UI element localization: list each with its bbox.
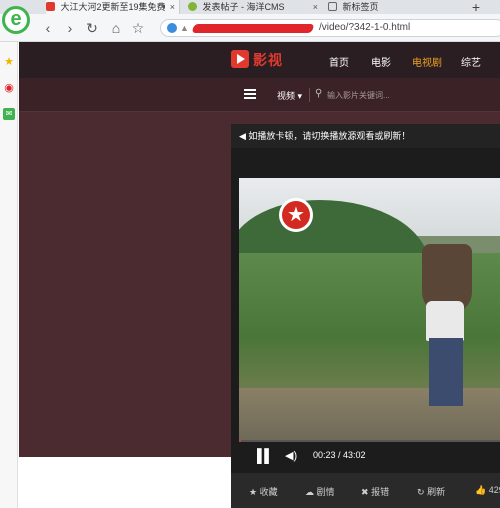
url-text: /video/?342-1-0.html bbox=[319, 22, 411, 33]
mail-icon[interactable]: ✉ bbox=[3, 108, 15, 120]
browser-tab[interactable]: 发表帖子 - 海洋CMS × bbox=[182, 0, 322, 14]
browser-toolbar: ‹ › ↻ ⌂ ☆ ▲ /video/?342-1-0.html bbox=[0, 14, 500, 42]
tab-title: 发表帖子 - 海洋CMS bbox=[202, 2, 285, 12]
play-logo-icon[interactable] bbox=[231, 50, 249, 68]
video-person-legs bbox=[429, 338, 463, 406]
pause-icon[interactable]: ▌▌ bbox=[257, 448, 273, 463]
search-category-label: 视频 bbox=[277, 91, 296, 101]
video-action-bar: ★ 收藏 ☁ 剧情 ✖ 报错 ↻ 刷新 👍 429 bbox=[231, 473, 500, 508]
nav-variety[interactable]: 综艺 bbox=[461, 54, 481, 69]
menu-icon[interactable] bbox=[244, 89, 256, 99]
site-favicon-icon bbox=[46, 2, 55, 11]
report-icon: ✖ bbox=[361, 487, 369, 497]
redaction-mark bbox=[191, 24, 315, 33]
cms-favicon-icon bbox=[188, 2, 197, 11]
playback-notice: ◀ 如播放卡顿，请切换播放源观看或刷新！ bbox=[231, 124, 500, 148]
divider bbox=[309, 88, 310, 102]
favorite-button[interactable]: ★ 收藏 bbox=[249, 485, 278, 498]
search-icon[interactable]: ⚲ bbox=[315, 88, 322, 99]
audio-playing-icon[interactable]: ◂ bbox=[161, 0, 165, 14]
browser-sidebar: ★ ◉ ✉ bbox=[0, 42, 18, 508]
tab-title: 新标签页 bbox=[342, 2, 379, 12]
progress-bar[interactable] bbox=[239, 440, 500, 442]
refresh-icon: ↻ bbox=[417, 487, 425, 497]
search-bar: 视频 ▾ ⚲ bbox=[19, 78, 500, 112]
favorite-star-button[interactable]: ☆ bbox=[130, 20, 146, 36]
web-page: 影视 首页 电影 电视剧 综艺 视频 ▾ ⚲ ◀ 如播放卡顿，请切换播放源观看或… bbox=[19, 42, 500, 508]
refresh-label: 刷新 bbox=[427, 487, 446, 497]
nav-movies[interactable]: 电影 bbox=[371, 54, 391, 69]
star-icon: ★ bbox=[249, 487, 258, 497]
weibo-icon[interactable]: ◉ bbox=[3, 82, 15, 94]
search-category-select[interactable]: 视频 ▾ bbox=[277, 89, 302, 102]
site-header: 影视 首页 电影 电视剧 综艺 bbox=[19, 42, 500, 78]
plot-button[interactable]: ☁ 剧情 bbox=[305, 485, 335, 498]
site-info-icon[interactable]: ▲ bbox=[180, 20, 189, 36]
report-label: 报错 bbox=[371, 487, 390, 497]
video-person bbox=[426, 301, 464, 341]
browser-logo-icon: e bbox=[2, 6, 30, 34]
plot-icon: ☁ bbox=[305, 487, 314, 497]
chevron-down-icon: ▾ bbox=[297, 91, 303, 101]
thumbs-up-icon: 👍 bbox=[475, 485, 487, 495]
like-button[interactable]: 👍 429 bbox=[475, 485, 500, 496]
volume-icon[interactable]: ◀) bbox=[285, 449, 297, 462]
site-logo-text[interactable]: 影视 bbox=[253, 50, 283, 70]
home-button[interactable]: ⌂ bbox=[108, 20, 124, 36]
browser-tab[interactable]: 新标签页 bbox=[324, 0, 434, 14]
browser-tab-bar: 大江大河2更新至19集免费 ◂ × 发表帖子 - 海洋CMS × 新标签页 + bbox=[0, 0, 500, 15]
nav-tv-series[interactable]: 电视剧 bbox=[412, 54, 442, 69]
favorite-label: 收藏 bbox=[259, 487, 278, 497]
refresh-button[interactable]: ↻ 刷新 bbox=[417, 485, 445, 498]
plot-label: 剧情 bbox=[316, 487, 335, 497]
new-tab-page-icon bbox=[328, 2, 337, 11]
forward-button[interactable]: › bbox=[62, 20, 78, 36]
like-count: 429 bbox=[488, 485, 500, 495]
video-player[interactable]: ★ ▌▌ ◀) 00:23 / 43:02 bbox=[231, 148, 500, 473]
star-icon[interactable]: ★ bbox=[3, 56, 15, 68]
tab-close-button[interactable]: × bbox=[313, 0, 318, 14]
security-shield-icon bbox=[167, 23, 177, 33]
nav-home[interactable]: 首页 bbox=[329, 54, 349, 69]
reload-button[interactable]: ↻ bbox=[84, 20, 100, 36]
search-input[interactable] bbox=[327, 87, 417, 103]
video-frame[interactable]: ★ bbox=[239, 178, 500, 440]
tab-close-button[interactable]: × bbox=[170, 0, 175, 14]
back-button[interactable]: ‹ bbox=[40, 20, 56, 36]
progress-fill bbox=[239, 440, 242, 442]
browser-tab-active[interactable]: 大江大河2更新至19集免费 ◂ × bbox=[46, 0, 180, 14]
report-error-button[interactable]: ✖ 报错 bbox=[361, 485, 389, 498]
channel-logo-icon: ★ bbox=[279, 198, 313, 232]
time-display: 00:23 / 43:02 bbox=[313, 450, 366, 460]
new-tab-button[interactable]: + bbox=[472, 0, 480, 15]
tab-title: 大江大河2更新至19集免费 bbox=[60, 2, 166, 12]
address-bar[interactable]: ▲ /video/?342-1-0.html bbox=[160, 19, 500, 37]
